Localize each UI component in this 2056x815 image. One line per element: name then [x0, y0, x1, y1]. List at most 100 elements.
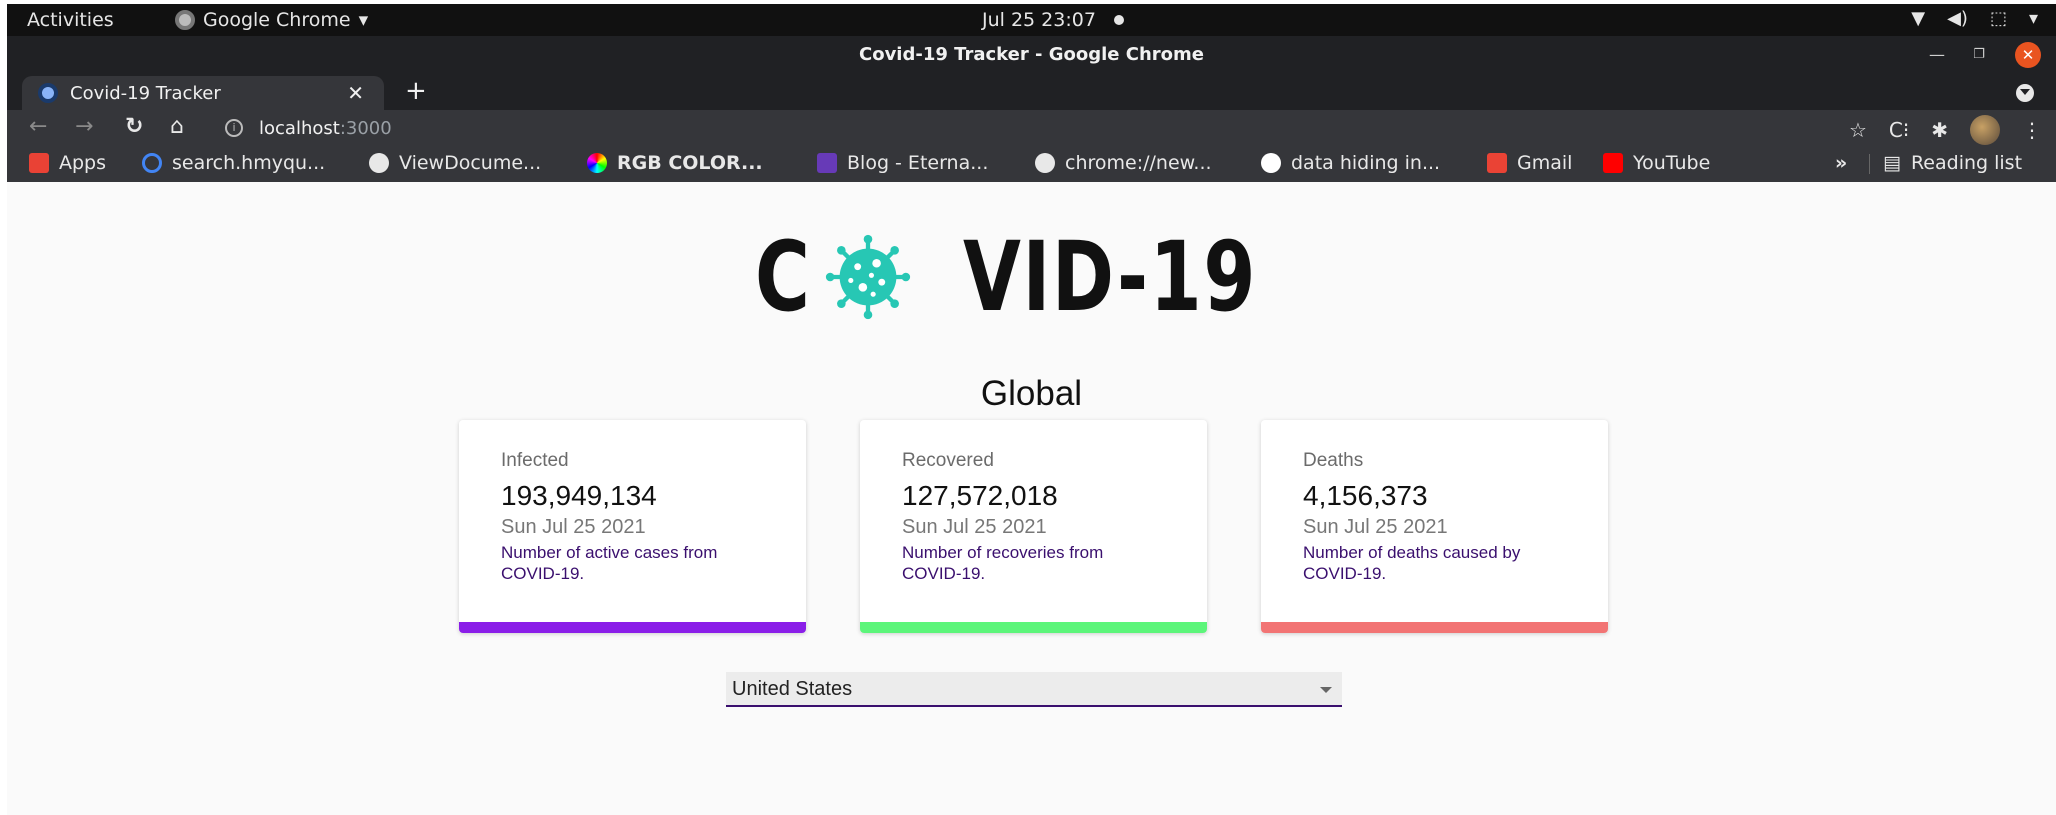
- app-menu-label: Google Chrome: [203, 9, 351, 31]
- bookmark-label: RGB COLOR...: [617, 152, 763, 174]
- bookmark-rgb-color[interactable]: RGB COLOR...: [587, 152, 763, 174]
- puzzle-extensions-icon[interactable]: ✱: [1931, 118, 1948, 142]
- virus-icon: [825, 234, 911, 320]
- chevron-down-icon: ▾: [2028, 8, 2038, 29]
- bookmark-apps[interactable]: Apps: [29, 152, 106, 174]
- system-top-bar: Activities Google Chrome ▾ Jul 25 23:07 …: [7, 4, 2056, 36]
- extension-icon[interactable]: C⁝: [1889, 118, 1909, 142]
- card-description: Number of deaths caused by COVID-19.: [1303, 543, 1521, 583]
- bookmark-label: search.hmyqu...: [172, 152, 326, 174]
- infected-card: Infected 193,949,134 Sun Jul 25 2021 Num…: [459, 420, 806, 633]
- menu-kebab-icon[interactable]: ⋮: [2022, 118, 2042, 142]
- globe-icon: [369, 153, 389, 173]
- card-accent-bar: [860, 622, 1207, 633]
- tab-title: Covid-19 Tracker: [70, 82, 221, 104]
- window-title-bar: Covid-19 Tracker - Google Chrome — ❐ ✕: [7, 36, 2056, 73]
- covid-logo: C VID-19: [755, 221, 1325, 333]
- spinner-icon: [142, 153, 162, 173]
- close-tab-icon[interactable]: ✕: [347, 81, 364, 105]
- notification-dot-icon: [1113, 15, 1124, 25]
- address-host: localhost: [259, 117, 340, 139]
- more-bookmarks-button[interactable]: »: [1835, 152, 1847, 174]
- reading-list-label: Reading list: [1910, 152, 2023, 174]
- card-count: 4,156,373: [1303, 480, 1428, 511]
- bookmark-youtube[interactable]: YouTube: [1603, 152, 1710, 174]
- close-window-button[interactable]: ✕: [2015, 42, 2041, 68]
- country-select-value: United States: [732, 678, 853, 700]
- card-description: Number of active cases from COVID-19.: [501, 543, 718, 583]
- reading-list-button[interactable]: ▤ Reading list: [1883, 152, 2022, 174]
- volume-icon: ◀): [1947, 8, 1968, 29]
- bookmark-blog-eterna[interactable]: Blog - Eterna...: [817, 152, 988, 174]
- logo-letter: C: [755, 221, 812, 333]
- bookmark-data-hiding[interactable]: data hiding in...: [1261, 152, 1440, 174]
- tab-strip: Covid-19 Tracker ✕ +: [7, 73, 2056, 110]
- card-date: Sun Jul 25 2021: [902, 516, 1047, 538]
- chrome-icon: [175, 10, 195, 30]
- reading-list-icon: ▤: [1883, 152, 1901, 174]
- bookmark-star-icon[interactable]: ☆: [1849, 118, 1867, 142]
- clock-datetime: Jul 25 23:07: [982, 9, 1096, 31]
- bookmark-gmail[interactable]: Gmail: [1487, 152, 1572, 174]
- dropdown-caret-icon: [1320, 687, 1332, 699]
- browser-toolbar: ← → ↻ ⌂ i localhost :3000 ☆ C⁝ ✱ ⋮: [7, 110, 2056, 146]
- bookmark-viewdocument[interactable]: ViewDocume...: [369, 152, 541, 174]
- tab-covid-tracker[interactable]: Covid-19 Tracker ✕: [22, 76, 384, 110]
- card-label: Deaths: [1303, 450, 1364, 471]
- card-accent-bar: [1261, 622, 1608, 633]
- logo-text: VID-19: [963, 221, 1257, 333]
- page-content: C VID-19 Global Infected 193,949,134 Sun…: [7, 182, 2056, 815]
- google-icon: [1261, 153, 1281, 173]
- card-count: 193,949,134: [501, 480, 657, 511]
- maximize-button[interactable]: ❐: [1967, 42, 1991, 66]
- card-description: Number of recoveries from COVID-19.: [902, 543, 1104, 583]
- site-info-icon[interactable]: i: [225, 119, 243, 137]
- color-wheel-icon: [587, 153, 607, 173]
- minimize-button[interactable]: —: [1925, 42, 1949, 66]
- bookmark-label: YouTube: [1633, 152, 1711, 174]
- apps-grid-icon: [29, 153, 49, 173]
- activities-button[interactable]: Activities: [27, 9, 114, 31]
- address-bar[interactable]: i localhost :3000: [225, 113, 1825, 143]
- youtube-icon: [1603, 153, 1623, 173]
- chevron-down-icon: ▾: [358, 9, 369, 31]
- gmail-icon: [1487, 153, 1507, 173]
- home-button[interactable]: ⌂: [170, 114, 184, 139]
- bookmark-label: chrome://new...: [1065, 152, 1212, 174]
- card-accent-bar: [459, 622, 806, 633]
- reload-button[interactable]: ↻: [125, 114, 143, 139]
- recovered-card: Recovered 127,572,018 Sun Jul 25 2021 Nu…: [860, 420, 1207, 633]
- wifi-icon: ▼: [1911, 8, 1926, 29]
- bookmark-label: Blog - Eterna...: [847, 152, 989, 174]
- app-menu[interactable]: Google Chrome ▾: [175, 9, 368, 31]
- card-date: Sun Jul 25 2021: [501, 516, 646, 538]
- clock[interactable]: Jul 25 23:07: [982, 9, 1124, 31]
- bookmark-label: Gmail: [1517, 152, 1573, 174]
- bookmark-chrome-new[interactable]: chrome://new...: [1035, 152, 1212, 174]
- tab-search-icon[interactable]: [2016, 84, 2034, 102]
- blogger-icon: [817, 153, 837, 173]
- bookmark-label: Apps: [59, 152, 107, 174]
- globe-icon: [1035, 153, 1055, 173]
- card-label: Infected: [501, 450, 569, 471]
- battery-icon: ⬚: [1989, 8, 2007, 29]
- bookmarks-divider: [1869, 154, 1870, 174]
- profile-avatar[interactable]: [1970, 115, 2000, 145]
- card-label: Recovered: [902, 450, 994, 471]
- bookmark-label: ViewDocume...: [399, 152, 542, 174]
- back-button[interactable]: ←: [29, 114, 47, 139]
- new-tab-button[interactable]: +: [405, 76, 427, 106]
- favicon-icon: [38, 83, 58, 103]
- address-port: :3000: [339, 117, 392, 139]
- card-date: Sun Jul 25 2021: [1303, 516, 1448, 538]
- country-select[interactable]: United States: [726, 672, 1342, 707]
- bookmark-search-hmyqu[interactable]: search.hmyqu...: [142, 152, 325, 174]
- bookmarks-bar: Apps search.hmyqu... ViewDocume... RGB C…: [7, 146, 2056, 182]
- window-title: Covid-19 Tracker - Google Chrome: [859, 44, 1204, 65]
- bookmark-label: data hiding in...: [1291, 152, 1441, 174]
- card-count: 127,572,018: [902, 480, 1058, 511]
- deaths-card: Deaths 4,156,373 Sun Jul 25 2021 Number …: [1261, 420, 1608, 633]
- forward-button[interactable]: →: [75, 114, 93, 139]
- toolbar-actions: ☆ C⁝ ✱ ⋮: [1849, 115, 2042, 145]
- system-tray[interactable]: ▼ ◀) ⬚ ▾: [1911, 8, 2038, 29]
